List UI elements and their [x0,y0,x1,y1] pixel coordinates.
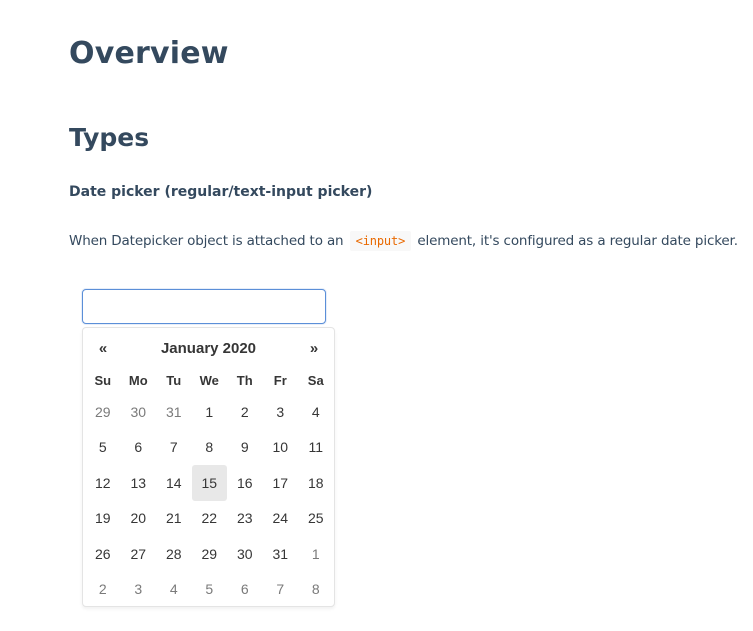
day-cell-other-month[interactable]: 6 [227,572,263,608]
day-cell[interactable]: 23 [227,501,263,537]
day-of-week-label: Sa [307,372,324,388]
day-cell[interactable]: 25 [298,501,334,537]
day-cell[interactable]: 28 [156,536,192,572]
day-cell[interactable]: 5 [85,430,121,466]
day-of-week-label: We [199,372,219,388]
day-cell-other-month[interactable]: 8 [298,572,334,608]
day-cell[interactable]: 31 [263,536,299,572]
section-heading-types: Types [69,123,150,152]
day-cell[interactable]: 6 [121,430,157,466]
subsection-heading: Date picker (regular/text-input picker) [69,184,373,200]
day-cell-other-month[interactable]: 1 [298,536,334,572]
day-of-week-label: Mo [128,372,148,388]
day-cell[interactable]: 9 [227,430,263,466]
day-cell[interactable]: 24 [263,501,299,537]
datepicker-header: « January 2020 » [83,337,334,361]
next-month-button[interactable]: » [296,337,332,361]
day-cell[interactable]: 14 [156,465,192,501]
day-cell[interactable]: 29 [192,536,228,572]
day-cell[interactable]: 19 [85,501,121,537]
day-cell[interactable]: 17 [263,465,299,501]
page-title: Overview [69,36,229,71]
day-cell[interactable]: 11 [298,430,334,466]
day-cell-other-month[interactable]: 30 [121,394,157,430]
day-cell[interactable]: 13 [121,465,157,501]
week-row: 26 27 28 29 30 31 1 [85,536,334,572]
description-text-before: When Datepicker object is attached to an [69,233,344,249]
day-cell[interactable]: 22 [192,501,228,537]
day-cell[interactable]: 18 [298,465,334,501]
day-cell-other-month[interactable]: 31 [156,394,192,430]
day-cell[interactable]: 3 [263,394,299,430]
day-cell-other-month[interactable]: 7 [263,572,299,608]
week-row: 5 6 7 8 9 10 11 [85,430,334,466]
day-cell-focused[interactable]: 15 [191,465,227,501]
day-cell[interactable]: 7 [156,430,192,466]
calendar-grid: Su Mo Tu We Th Fr Sa 29 30 31 1 2 3 4 5 6 7 8 9 10 11 12 13 14… [85,366,334,607]
datepicker-dropdown: « January 2020 » Su Mo Tu We Th Fr Sa 29 30 31 1 2… [82,327,335,607]
week-row: 19 20 21 22 23 24 25 [85,501,334,537]
month-year-title[interactable]: January 2020 [161,337,256,361]
day-cell[interactable]: 10 [263,430,299,466]
date-input[interactable] [82,289,326,324]
week-row: 12 13 14 15 16 17 18 [85,465,334,501]
day-cell[interactable]: 1 [192,394,228,430]
day-cell[interactable]: 27 [121,536,157,572]
week-row: 29 30 31 1 2 3 4 [85,394,334,430]
day-cell[interactable]: 12 [85,465,121,501]
day-of-week-label: Su [94,372,112,388]
day-cell[interactable]: 26 [85,536,121,572]
day-cell-other-month[interactable]: 4 [156,572,192,608]
days-of-week-row: Su Mo Tu We Th Fr Sa [85,366,334,394]
description-text-after: element, it's configured as a regular da… [417,233,738,249]
day-cell-other-month[interactable]: 29 [85,394,121,430]
day-cell[interactable]: 4 [298,394,334,430]
day-cell-other-month[interactable]: 5 [192,572,228,608]
day-of-week-label: Fr [273,372,287,388]
day-of-week-label: Th [236,372,253,388]
inline-code: <input> [349,231,412,251]
day-cell-other-month[interactable]: 3 [121,572,157,608]
prev-month-button[interactable]: « [85,337,121,361]
day-cell[interactable]: 8 [192,430,228,466]
day-cell[interactable]: 20 [121,501,157,537]
day-cell-other-month[interactable]: 2 [85,572,121,608]
day-cell[interactable]: 30 [227,536,263,572]
description-paragraph: When Datepicker object is attached to an… [69,231,738,251]
day-cell[interactable]: 2 [227,394,263,430]
day-cell[interactable]: 21 [156,501,192,537]
week-row: 2345678 [85,572,334,608]
day-cell[interactable]: 16 [227,465,263,501]
day-of-week-label: Tu [166,372,182,388]
